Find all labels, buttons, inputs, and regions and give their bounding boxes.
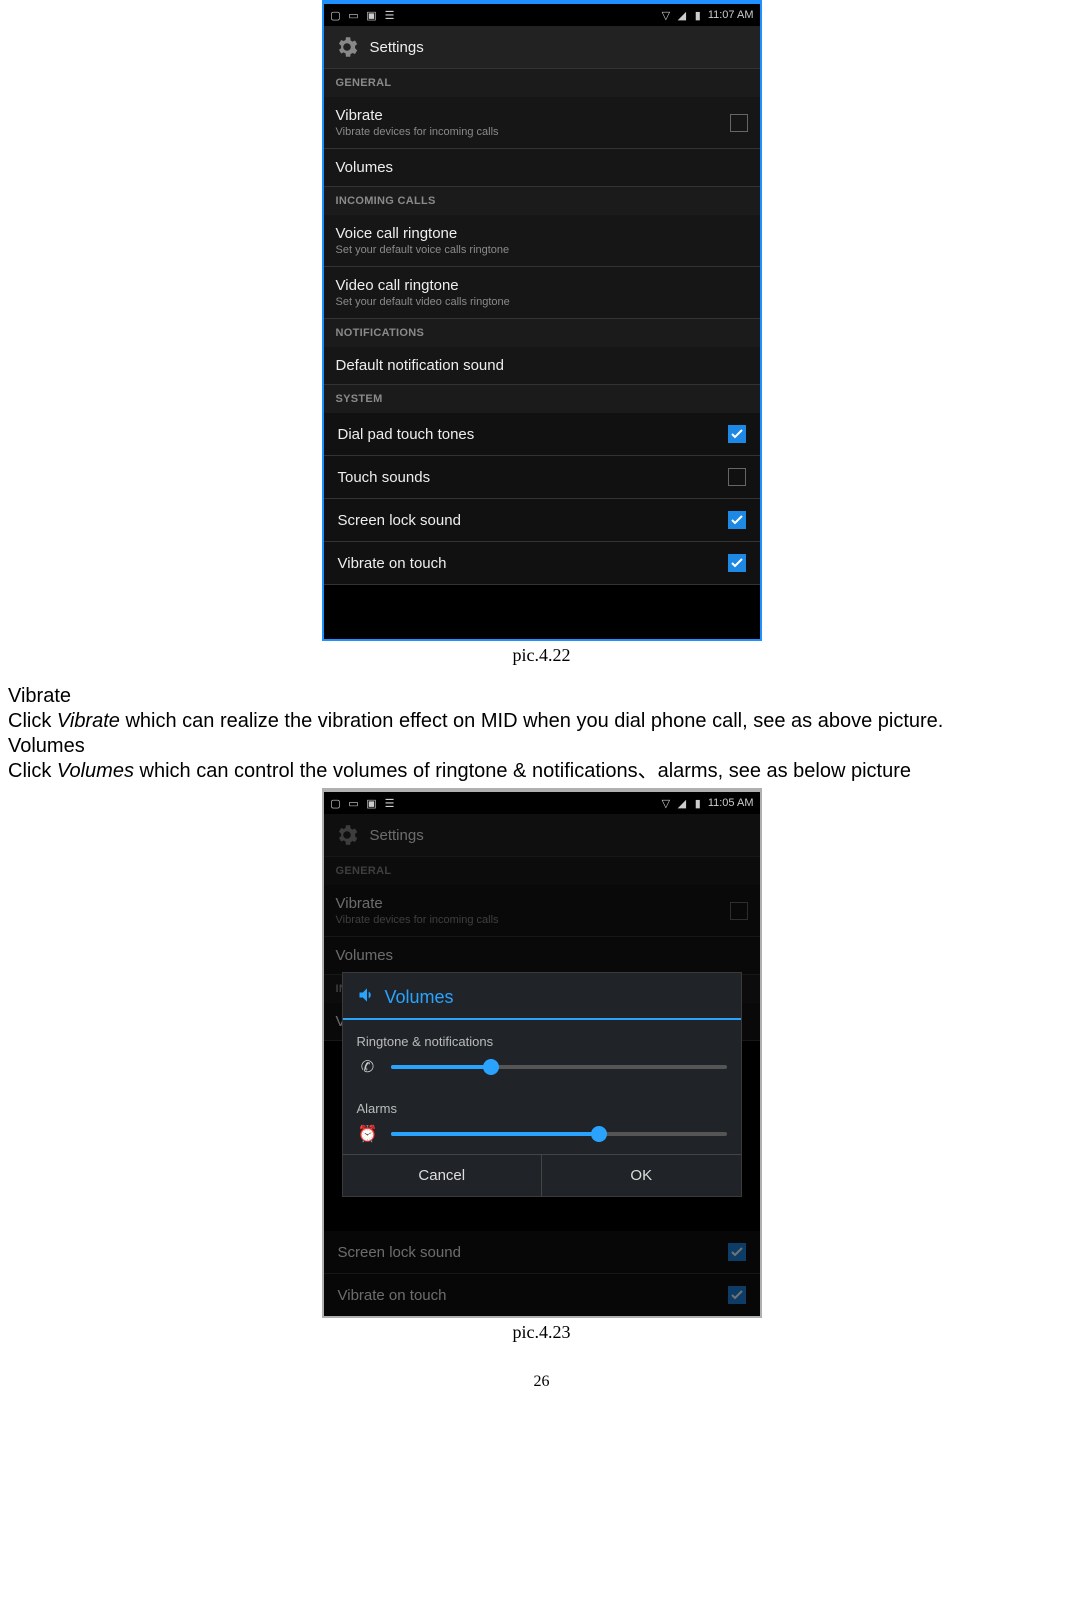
gear-icon (334, 34, 360, 60)
status-icon: ▣ (366, 9, 378, 21)
signal-icon: ◢ (676, 797, 688, 809)
status-icon: ▣ (366, 797, 378, 809)
dialog-buttons: Cancel OK (343, 1154, 741, 1196)
row-screen-lock-sound[interactable]: Screen lock sound (324, 499, 760, 542)
row-volumes: Volumes (324, 937, 760, 975)
slider-track[interactable] (391, 1065, 727, 1069)
paragraph-volumes: Click Volumes which can control the volu… (8, 759, 1075, 784)
settings-header: Settings (324, 814, 760, 857)
slider-label-ringtone: Ringtone & notifications (343, 1020, 741, 1051)
gear-icon (334, 822, 360, 848)
checkbox[interactable] (728, 554, 746, 572)
checkbox (728, 1286, 746, 1304)
paragraph-vibrate: Click Vibrate which can realize the vibr… (8, 709, 1075, 734)
row-sub: Vibrate devices for incoming calls (336, 126, 499, 138)
row-title: Vibrate on touch (338, 555, 447, 572)
checkbox[interactable] (730, 114, 748, 132)
section-notifications: NOTIFICATIONS (324, 319, 760, 347)
signal-icon: ▽ (660, 797, 672, 809)
row-dialpad-tones[interactable]: Dial pad touch tones (324, 413, 760, 456)
section-incoming: INCOMING CALLS (324, 187, 760, 215)
slider-label-alarms: Alarms (343, 1087, 741, 1118)
settings-title: Settings (370, 827, 424, 844)
row-video-ringtone[interactable]: Video call ringtone Set your default vid… (324, 267, 760, 319)
slider-track[interactable] (391, 1132, 727, 1136)
dialog-header: Volumes (343, 973, 741, 1020)
blank-area (324, 585, 760, 639)
slider-fill (391, 1132, 599, 1136)
row-title: Vibrate (336, 107, 499, 124)
status-icon: ☰ (384, 797, 396, 809)
slider-alarms[interactable]: ⏰ (343, 1118, 741, 1154)
settings-header: Settings (324, 26, 760, 69)
status-bar: ▢ ▭ ▣ ☰ ▽ ◢ ▮ 11:07 AM (324, 4, 760, 26)
status-time: 11:05 AM (708, 797, 754, 809)
row-sub: Set your default video calls ringtone (336, 296, 510, 308)
row-vibrate[interactable]: Vibrate Vibrate devices for incoming cal… (324, 97, 760, 149)
status-icon: ☰ (384, 9, 396, 21)
row-title: Volumes (336, 947, 394, 964)
row-title: Dial pad touch tones (338, 426, 475, 443)
row-vibrate-on-touch: Vibrate on touch (324, 1274, 760, 1316)
row-title: Screen lock sound (338, 1244, 461, 1261)
row-title: Default notification sound (336, 357, 504, 374)
checkbox (728, 1243, 746, 1261)
cancel-button[interactable]: Cancel (343, 1155, 543, 1196)
row-volumes[interactable]: Volumes (324, 149, 760, 187)
row-title: Vibrate on touch (338, 1287, 447, 1304)
heading-vibrate: Vibrate (8, 684, 1075, 709)
status-icon: ▢ (330, 9, 342, 21)
caption-2: pic.4.23 (8, 1322, 1075, 1343)
phone-icon: ✆ (357, 1057, 379, 1077)
page-number: 26 (8, 1373, 1075, 1391)
row-title: Voice call ringtone (336, 225, 510, 242)
body-text: Vibrate Click Vibrate which can realize … (8, 684, 1075, 784)
slider-thumb[interactable] (483, 1059, 499, 1075)
row-vibrate: Vibrate Vibrate devices for incoming cal… (324, 885, 760, 937)
checkbox (730, 902, 748, 920)
row-screen-lock-sound: Screen lock sound (324, 1231, 760, 1274)
section-general: GENERAL (324, 69, 760, 97)
settings-title: Settings (370, 39, 424, 56)
slider-thumb[interactable] (591, 1126, 607, 1142)
settings-screenshot-1: ▢ ▭ ▣ ☰ ▽ ◢ ▮ 11:07 AM Settings GENERAL … (322, 0, 762, 641)
battery-icon: ▮ (692, 797, 704, 809)
row-title: Screen lock sound (338, 512, 461, 529)
battery-icon: ▮ (692, 9, 704, 21)
row-vibrate-on-touch[interactable]: Vibrate on touch (324, 542, 760, 585)
row-voice-ringtone[interactable]: Voice call ringtone Set your default voi… (324, 215, 760, 267)
row-title: Vibrate (336, 895, 499, 912)
dialog-title: Volumes (385, 987, 454, 1008)
section-general: GENERAL (324, 857, 760, 885)
status-icon: ▭ (348, 797, 360, 809)
row-sub: Set your default voice calls ringtone (336, 244, 510, 256)
checkbox[interactable] (728, 468, 746, 486)
status-icon: ▭ (348, 9, 360, 21)
signal-icon: ◢ (676, 9, 688, 21)
row-title: Touch sounds (338, 469, 431, 486)
checkbox[interactable] (728, 425, 746, 443)
caption-1: pic.4.22 (8, 645, 1075, 666)
ok-button[interactable]: OK (542, 1155, 741, 1196)
row-touch-sounds[interactable]: Touch sounds (324, 456, 760, 499)
row-title: Video call ringtone (336, 277, 510, 294)
volumes-dialog: Volumes Ringtone & notifications ✆ Alarm… (342, 972, 742, 1197)
signal-icon: ▽ (660, 9, 672, 21)
slider-fill (391, 1065, 492, 1069)
row-title: Volumes (336, 159, 394, 176)
alarm-icon: ⏰ (357, 1124, 379, 1144)
status-icon: ▢ (330, 797, 342, 809)
settings-screenshot-2: ▢ ▭ ▣ ☰ ▽ ◢ ▮ 11:05 AM Settings GENERAL … (322, 788, 762, 1318)
slider-ringtone[interactable]: ✆ (343, 1051, 741, 1087)
status-bar: ▢ ▭ ▣ ☰ ▽ ◢ ▮ 11:05 AM (324, 792, 760, 814)
row-default-notification[interactable]: Default notification sound (324, 347, 760, 385)
section-system: SYSTEM (324, 385, 760, 413)
volume-icon (357, 985, 377, 1010)
heading-volumes: Volumes (8, 734, 1075, 759)
status-time: 11:07 AM (708, 9, 754, 21)
row-sub: Vibrate devices for incoming calls (336, 914, 499, 926)
checkbox[interactable] (728, 511, 746, 529)
